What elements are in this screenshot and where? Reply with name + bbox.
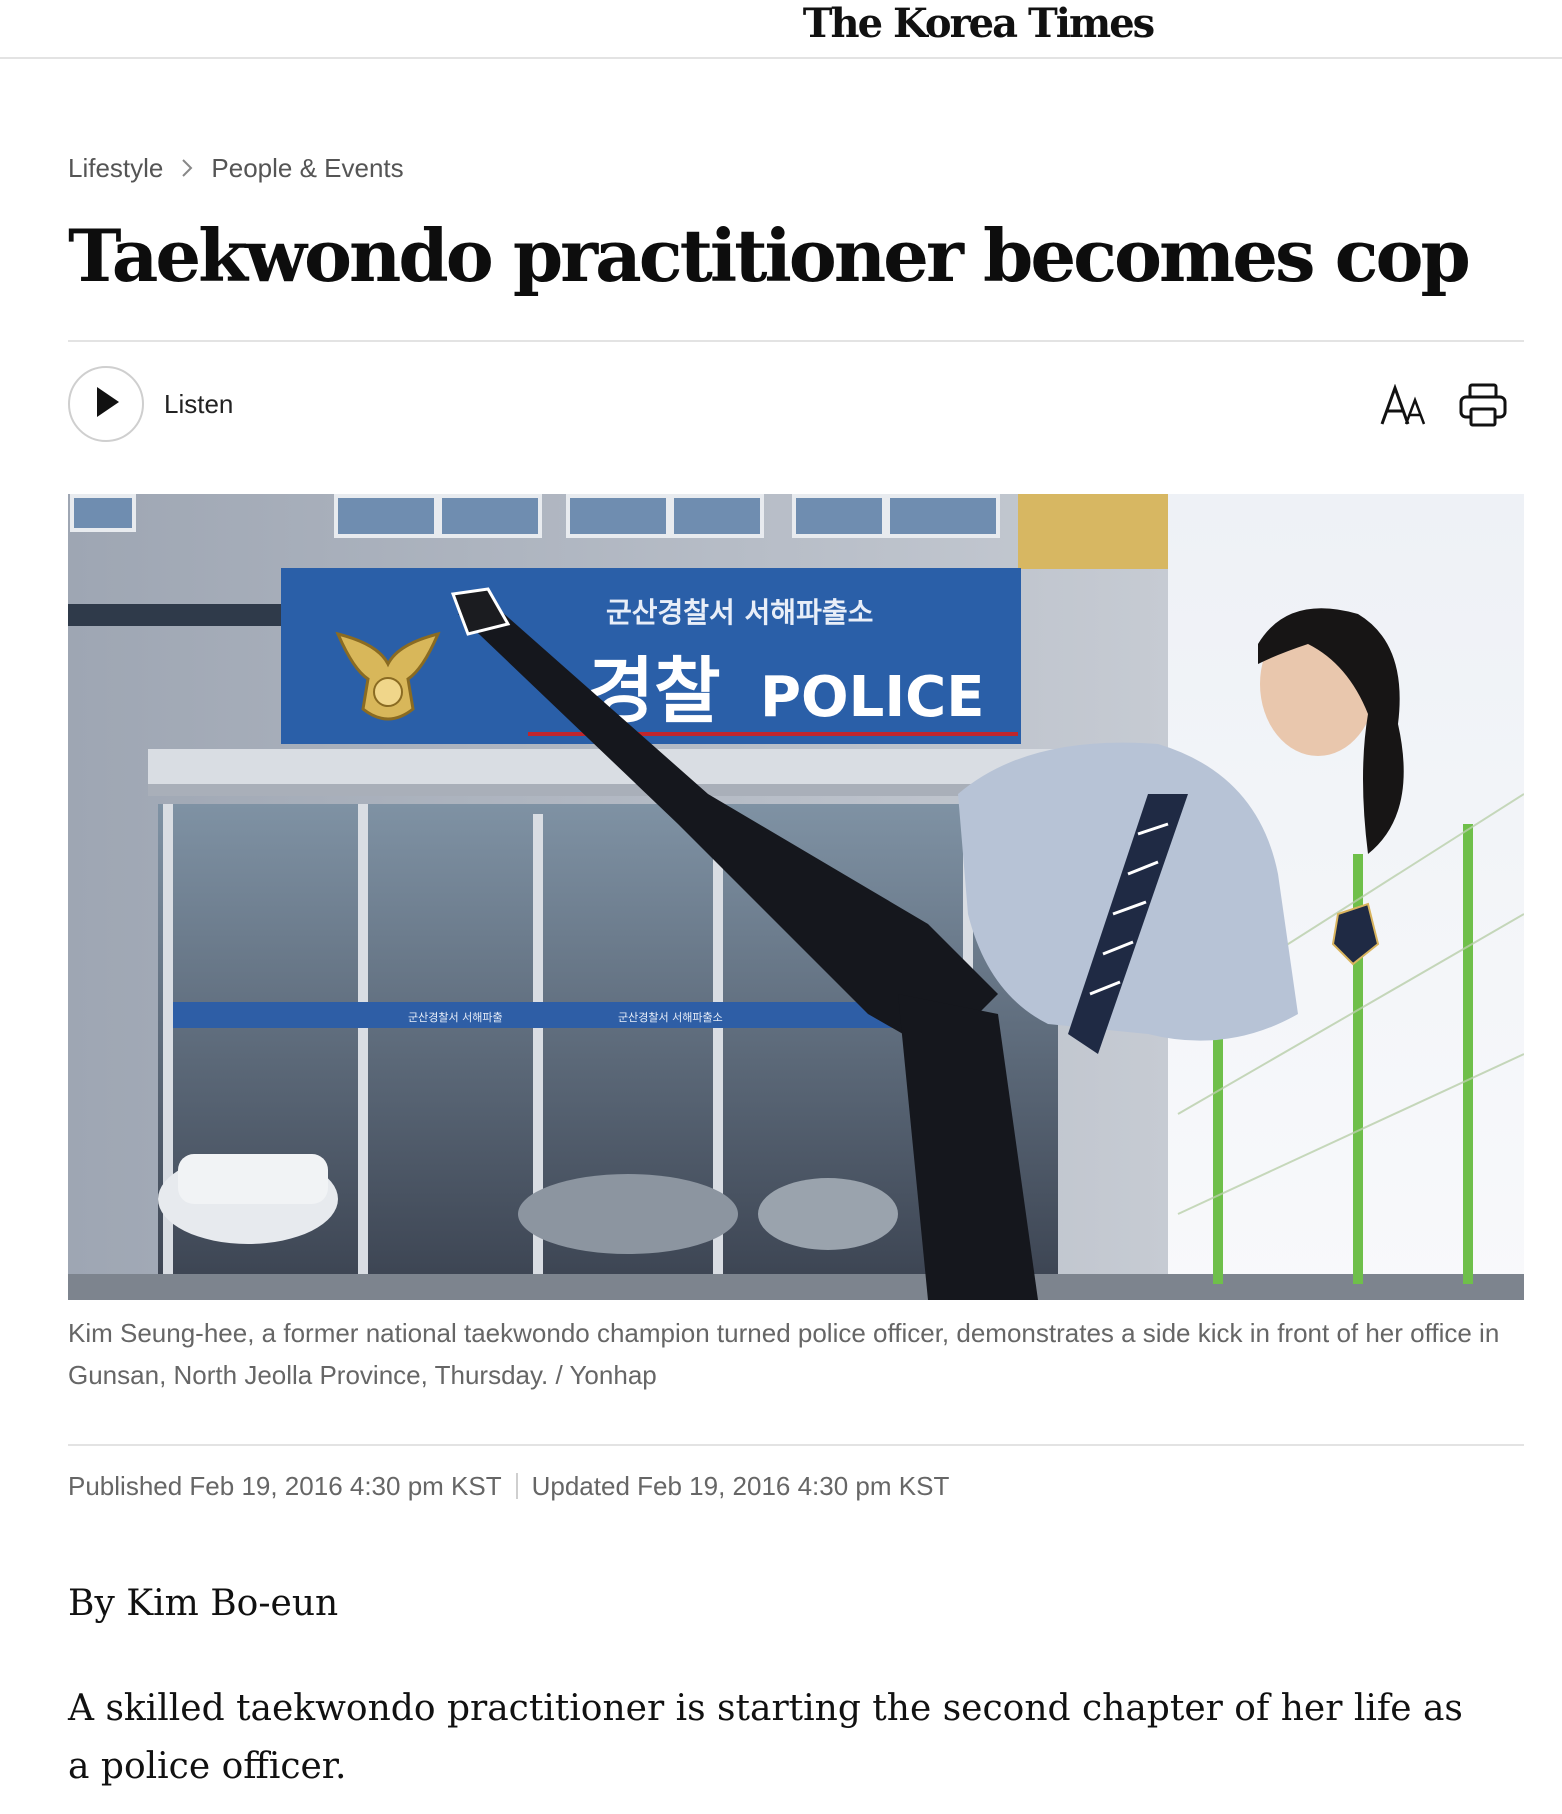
listen-label[interactable]: Listen xyxy=(164,386,233,422)
photo-police-station-side-kick: 군산경찰서 서해파출소 경찰 POLICE 군산경찰서 서해파출 군산경찰서 서… xyxy=(68,494,1524,1300)
breadcrumb-people-events[interactable]: People & Events xyxy=(211,153,403,184)
play-icon xyxy=(91,385,121,424)
door-sign-left-text: 군산경찰서 서해파출 xyxy=(408,1010,503,1024)
article-byline[interactable]: By Kim Bo-eun xyxy=(68,1578,338,1630)
divider xyxy=(68,340,1524,342)
date-separator xyxy=(515,1473,518,1499)
article-photo: 군산경찰서 서해파출소 경찰 POLICE 군산경찰서 서해파출 군산경찰서 서… xyxy=(68,494,1524,1300)
sign-english-text: POLICE xyxy=(760,665,985,730)
divider xyxy=(68,1444,1524,1446)
article-dates: Published Feb 19, 2016 4:30 pm KST Updat… xyxy=(68,1468,949,1504)
door-sign-right-text: 군산경찰서 서해파출소 xyxy=(618,1010,723,1024)
print-icon xyxy=(1458,383,1508,432)
published-date: Published Feb 19, 2016 4:30 pm KST xyxy=(68,1470,502,1501)
article-headline: Taekwondo practitioner becomes cop xyxy=(68,213,1471,298)
top-bar: The Korea Times xyxy=(0,0,1562,59)
font-size-button[interactable] xyxy=(1380,383,1428,428)
photo-caption: Kim Seung-hee, a former national taekwon… xyxy=(68,1318,1500,1390)
article-lede: A skilled taekwondo practitioner is star… xyxy=(68,1688,1463,1787)
masthead-logo[interactable]: The Korea Times xyxy=(0,0,1562,48)
breadcrumb-lifestyle[interactable]: Lifestyle xyxy=(68,153,163,184)
sign-korean-text: 군산경찰서 서해파출소 xyxy=(606,596,873,629)
breadcrumb: Lifestyle People & Events xyxy=(68,150,404,186)
listen-play-button[interactable] xyxy=(68,366,144,442)
article-toolbar: Listen xyxy=(68,366,1524,446)
print-button[interactable] xyxy=(1458,382,1508,428)
chevron-right-icon xyxy=(177,150,197,186)
updated-date: Updated Feb 19, 2016 4:30 pm KST xyxy=(531,1470,950,1501)
font-size-icon xyxy=(1380,383,1428,432)
